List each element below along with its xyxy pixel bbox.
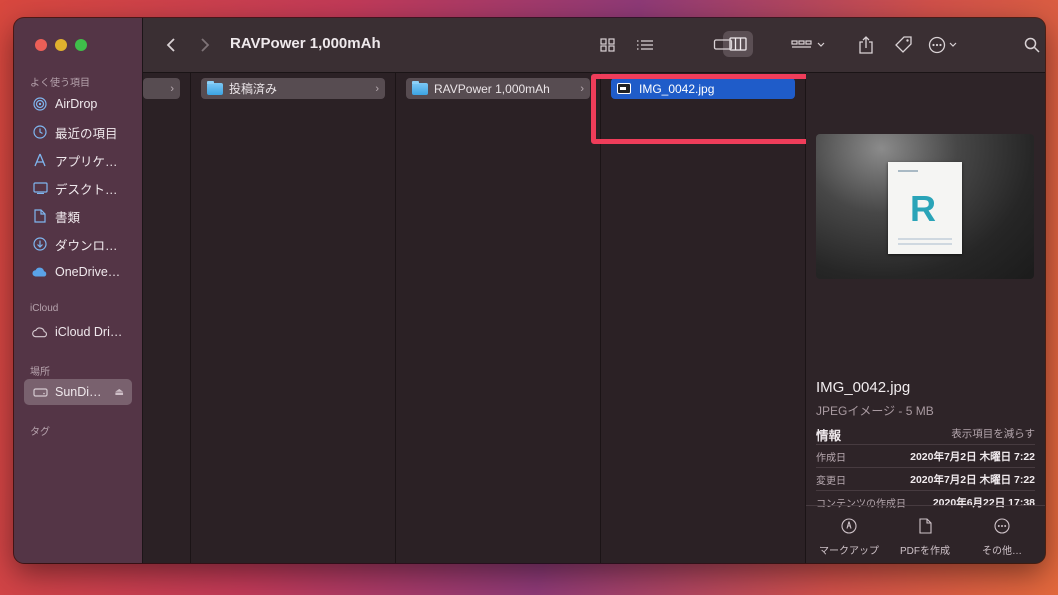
- folder-icon: [412, 80, 428, 95]
- more-button[interactable]: その他…: [962, 518, 1042, 557]
- image-thumbnail: R: [816, 134, 1034, 279]
- sidebar-item-desktop[interactable]: デスクト…: [24, 175, 132, 201]
- sidebar-item-downloads[interactable]: ダウンロ…: [24, 231, 132, 257]
- action-label: マークアップ: [819, 546, 879, 557]
- sidebar-item-label: デスクト…: [55, 182, 118, 197]
- applications-icon: [32, 152, 48, 168]
- metadata-row: 作成日 2020年7月2日 木曜日 7:22: [816, 444, 1035, 467]
- metadata-row: 変更日 2020年7月2日 木曜日 7:22: [816, 467, 1035, 490]
- markup-icon: [809, 518, 889, 536]
- sidebar: よく使う項目 AirDrop 最近の項目 アプリケ… デスクト… 書類 ダウンロ…: [14, 18, 143, 563]
- chevron-right-icon: ›: [170, 82, 174, 95]
- metadata-key: 変更日: [816, 475, 846, 487]
- sidebar-section-tags: タグ: [30, 427, 50, 438]
- icon-view-button[interactable]: [596, 33, 620, 57]
- chevron-right-icon: ›: [375, 82, 379, 95]
- finder-window: よく使う項目 AirDrop 最近の項目 アプリケ… デスクト… 書類 ダウンロ…: [14, 18, 1045, 563]
- ellipsis-circle-icon: [928, 36, 957, 54]
- folder-label: 投稿済み: [229, 82, 278, 96]
- window-controls: [35, 39, 87, 51]
- document-icon: [32, 208, 48, 224]
- close-button[interactable]: [35, 39, 47, 51]
- action-label: その他…: [982, 546, 1022, 557]
- list-view-button[interactable]: [633, 33, 657, 57]
- group-icon: [791, 40, 825, 48]
- sidebar-item-applications[interactable]: アプリケ…: [24, 147, 132, 173]
- group-button[interactable]: [789, 33, 829, 57]
- minimize-button[interactable]: [55, 39, 67, 51]
- sidebar-item-documents[interactable]: 書類: [24, 203, 132, 229]
- list-item[interactable]: 投稿済み ›: [201, 78, 385, 99]
- more-icon: [962, 518, 1042, 536]
- sidebar-item-recents[interactable]: 最近の項目: [24, 119, 132, 145]
- forward-button[interactable]: [193, 33, 217, 57]
- metadata-value: 2020年7月2日 木曜日 7:22: [910, 473, 1035, 486]
- list-item[interactable]: ›: [143, 78, 180, 99]
- create-pdf-button[interactable]: PDFを作成: [885, 518, 965, 557]
- folder-icon: [207, 80, 223, 95]
- column-3: RAVPower 1,000mAh ›: [396, 73, 601, 563]
- column-2: 投稿済み ›: [191, 73, 396, 563]
- product-box: R: [888, 162, 962, 254]
- chevron-left-icon: [166, 38, 175, 52]
- metadata-value: 2020年7月2日 木曜日 7:22: [910, 450, 1035, 463]
- sidebar-item-sundisk[interactable]: SunDi… ⏏: [24, 379, 132, 405]
- sidebar-item-label: AirDrop: [55, 97, 98, 111]
- gallery-icon: [713, 39, 733, 50]
- clock-icon: [32, 124, 48, 140]
- markup-button[interactable]: マークアップ: [809, 518, 889, 557]
- download-icon: [32, 236, 48, 252]
- tag-icon: [895, 36, 912, 53]
- share-icon: [859, 36, 873, 54]
- preview-pane: R IMG_0042.jpg JPEGイメージ - 5 MB 情報 表示項目を減…: [806, 73, 1045, 563]
- sidebar-section-locations: 場所: [30, 367, 50, 378]
- chevron-right-icon: ›: [580, 82, 584, 95]
- chevron-right-icon: [201, 38, 210, 52]
- airdrop-icon: [32, 96, 48, 112]
- action-label: PDFを作成: [900, 546, 950, 557]
- pdf-icon: [885, 518, 965, 536]
- back-button[interactable]: [159, 33, 183, 57]
- search-button[interactable]: [1020, 33, 1044, 57]
- cloud-icon: [32, 264, 48, 280]
- show-less-link[interactable]: 表示項目を減らす: [951, 426, 1035, 441]
- toolbar: RAVPower 1,000mAh: [143, 18, 1045, 73]
- window-title: RAVPower 1,000mAh: [230, 35, 381, 52]
- preview-kind: JPEGイメージ - 5 MB: [816, 404, 934, 418]
- folder-label: RAVPower 1,000mAh: [434, 81, 550, 96]
- brand-logo-icon: R: [910, 188, 936, 229]
- eject-icon[interactable]: ⏏: [115, 387, 124, 398]
- desktop-icon: [32, 180, 48, 196]
- sidebar-item-label: OneDrive…: [55, 265, 121, 279]
- sidebar-item-icloud-drive[interactable]: iCloud Dri…: [24, 319, 132, 345]
- share-button[interactable]: [854, 33, 878, 57]
- list-item[interactable]: RAVPower 1,000mAh ›: [406, 78, 590, 99]
- sidebar-item-label: ダウンロ…: [55, 238, 118, 253]
- quick-actions: マークアップ PDFを作成 その他…: [806, 505, 1045, 563]
- sidebar-item-airdrop[interactable]: AirDrop: [24, 91, 132, 117]
- gallery-view-button[interactable]: [711, 33, 735, 57]
- sidebar-section-icloud: iCloud: [30, 303, 59, 314]
- column-1: ›: [143, 73, 191, 563]
- drive-icon: [32, 384, 48, 400]
- search-icon: [1024, 37, 1040, 53]
- preview-filename: IMG_0042.jpg: [816, 379, 911, 396]
- sidebar-item-onedrive[interactable]: OneDrive…: [24, 259, 132, 285]
- sidebar-item-label: 書類: [55, 210, 81, 225]
- column-4: IMG_0042.jpg: [601, 73, 806, 563]
- cloud-outline-icon: [32, 324, 48, 340]
- column-browser: › 投稿済み › RAVPower 1,000mAh › IMG_0042.jp…: [143, 73, 806, 563]
- info-heading: 情報: [816, 429, 842, 443]
- sidebar-item-label: SunDi…: [55, 385, 102, 399]
- sidebar-section-favorites: よく使う項目: [30, 78, 90, 89]
- more-actions-button[interactable]: [925, 33, 965, 57]
- sidebar-item-label: アプリケ…: [55, 154, 118, 169]
- sidebar-item-label: 最近の項目: [55, 126, 118, 141]
- list-icon: [637, 40, 653, 50]
- tag-button[interactable]: [892, 33, 916, 57]
- zoom-button[interactable]: [75, 39, 87, 51]
- metadata-key: 作成日: [816, 452, 846, 464]
- sidebar-item-label: iCloud Dri…: [55, 325, 123, 339]
- grid-icon: [600, 38, 615, 52]
